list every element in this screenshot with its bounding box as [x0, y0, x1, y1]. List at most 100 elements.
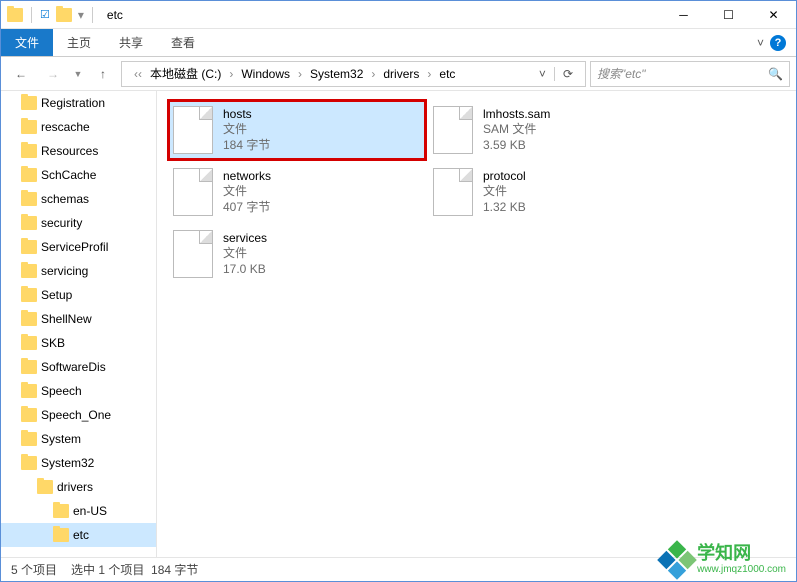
tree-item-setup[interactable]: Setup: [1, 283, 156, 307]
tree-item-speech_one[interactable]: Speech_One: [1, 403, 156, 427]
tree-item-en-us[interactable]: en-US: [1, 499, 156, 523]
tree-item-servicing[interactable]: servicing: [1, 259, 156, 283]
tree-item-label: Speech_One: [41, 408, 111, 422]
tree-item-schemas[interactable]: schemas: [1, 187, 156, 211]
tree-item-label: drivers: [57, 480, 93, 494]
file-item-lmhosts.sam[interactable]: lmhosts.samSAM 文件3.59 KB: [427, 99, 687, 161]
up-button[interactable]: ↑: [89, 61, 117, 87]
breadcrumb-item[interactable]: drivers: [379, 67, 423, 81]
back-button[interactable]: ←: [7, 61, 35, 87]
breadcrumb-item[interactable]: System32: [306, 67, 367, 81]
tree-item-label: ServiceProfil: [41, 240, 108, 254]
folder-icon: [21, 360, 37, 374]
folder-icon: [37, 480, 53, 494]
window-title: etc: [107, 8, 123, 22]
file-item-networks[interactable]: networks文件407 字节: [167, 161, 427, 223]
ribbon-tabs: 文件 主页 共享 查看 ˅ ?: [1, 29, 796, 57]
folder-icon: [21, 432, 37, 446]
tree-item-security[interactable]: security: [1, 211, 156, 235]
tree-item-skb[interactable]: SKB: [1, 331, 156, 355]
tree-item-rescache[interactable]: rescache: [1, 115, 156, 139]
address-bar[interactable]: ‹‹ 本地磁盘 (C:) › Windows › System32 › driv…: [121, 61, 586, 87]
file-name: services: [223, 231, 267, 247]
refresh-icon[interactable]: ⟳: [554, 67, 581, 81]
file-icon: [173, 230, 213, 278]
file-item-protocol[interactable]: protocol文件1.32 KB: [427, 161, 687, 223]
tree-item-label: schemas: [41, 192, 89, 206]
tree-item-registration[interactable]: Registration: [1, 91, 156, 115]
separator: [92, 7, 93, 23]
file-type: 文件: [483, 184, 526, 200]
tree-item-etc[interactable]: etc: [1, 523, 156, 547]
file-icon: [433, 168, 473, 216]
file-size: 1.32 KB: [483, 200, 526, 216]
tab-view[interactable]: 查看: [157, 29, 209, 56]
tree-item-drivers[interactable]: drivers: [1, 475, 156, 499]
separator: [31, 7, 32, 23]
history-dropdown-icon[interactable]: ˅: [533, 67, 552, 81]
forward-button[interactable]: →: [39, 61, 67, 87]
folder-icon: [21, 336, 37, 350]
tree-item-softwaredis[interactable]: SoftwareDis: [1, 355, 156, 379]
tree-item-schcache[interactable]: SchCache: [1, 163, 156, 187]
chevron-right-icon[interactable]: ‹‹: [132, 67, 144, 81]
watermark-url: www.jmqz1000.com: [697, 564, 786, 575]
file-name: protocol: [483, 169, 526, 185]
minimize-button[interactable]: ─: [661, 1, 706, 29]
file-type: 文件: [223, 246, 267, 262]
tab-file[interactable]: 文件: [1, 29, 53, 56]
maximize-button[interactable]: ☐: [706, 1, 751, 29]
file-item-services[interactable]: services文件17.0 KB: [167, 223, 427, 285]
file-info: protocol文件1.32 KB: [483, 169, 526, 216]
folder-icon[interactable]: [7, 8, 23, 22]
chevron-right-icon[interactable]: ›: [296, 67, 304, 81]
tree-item-label: Speech: [41, 384, 82, 398]
search-icon[interactable]: 🔍: [768, 67, 783, 81]
file-icon: [433, 106, 473, 154]
file-list[interactable]: hosts文件184 字节lmhosts.samSAM 文件3.59 KBnet…: [157, 91, 796, 557]
search-input[interactable]: 搜索"etc" 🔍: [590, 61, 790, 87]
tree-item-label: System: [41, 432, 81, 446]
help-icon[interactable]: ?: [770, 35, 786, 51]
tree-item-shellnew[interactable]: ShellNew: [1, 307, 156, 331]
file-type: SAM 文件: [483, 122, 550, 138]
chevron-right-icon[interactable]: ›: [227, 67, 235, 81]
breadcrumb-item[interactable]: 本地磁盘 (C:): [146, 65, 225, 82]
file-info: services文件17.0 KB: [223, 231, 267, 278]
folder-icon: [21, 312, 37, 326]
collapse-ribbon-icon[interactable]: ˅: [757, 36, 764, 50]
tree-item-system[interactable]: System: [1, 427, 156, 451]
file-info: networks文件407 字节: [223, 169, 271, 216]
quick-access: ☑ ▾: [1, 7, 101, 23]
navigation-tree[interactable]: Registration rescache Resources SchCache sch…: [1, 91, 157, 557]
folder-icon: [21, 408, 37, 422]
file-size: 184 字节: [223, 138, 270, 154]
tree-item-label: etc: [73, 528, 89, 542]
tree-item-speech[interactable]: Speech: [1, 379, 156, 403]
chevron-right-icon[interactable]: ›: [369, 67, 377, 81]
file-icon: [173, 168, 213, 216]
tree-item-system32[interactable]: System32: [1, 451, 156, 475]
folder-icon[interactable]: [56, 8, 72, 22]
folder-icon: [53, 528, 69, 542]
folder-icon: [21, 240, 37, 254]
chevron-right-icon[interactable]: ›: [425, 67, 433, 81]
tab-share[interactable]: 共享: [105, 29, 157, 56]
tab-home[interactable]: 主页: [53, 29, 105, 56]
breadcrumb-item[interactable]: Windows: [237, 67, 294, 81]
tree-item-label: servicing: [41, 264, 88, 278]
tree-item-serviceprofil[interactable]: ServiceProfil: [1, 235, 156, 259]
file-type: 文件: [223, 184, 271, 200]
tree-item-label: rescache: [41, 120, 90, 134]
tree-item-resources[interactable]: Resources: [1, 139, 156, 163]
file-item-hosts[interactable]: hosts文件184 字节: [167, 99, 427, 161]
close-button[interactable]: ✕: [751, 1, 796, 29]
folder-icon: [21, 168, 37, 182]
dropdown-icon[interactable]: ▾: [78, 8, 84, 22]
tree-item-label: Resources: [41, 144, 98, 158]
recent-dropdown[interactable]: ▼: [71, 61, 85, 87]
check-icon[interactable]: ☑: [40, 8, 50, 21]
navigation-row: ← → ▼ ↑ ‹‹ 本地磁盘 (C:) › Windows › System3…: [1, 57, 796, 91]
breadcrumb-item[interactable]: etc: [435, 67, 459, 81]
file-name: hosts: [223, 107, 270, 123]
